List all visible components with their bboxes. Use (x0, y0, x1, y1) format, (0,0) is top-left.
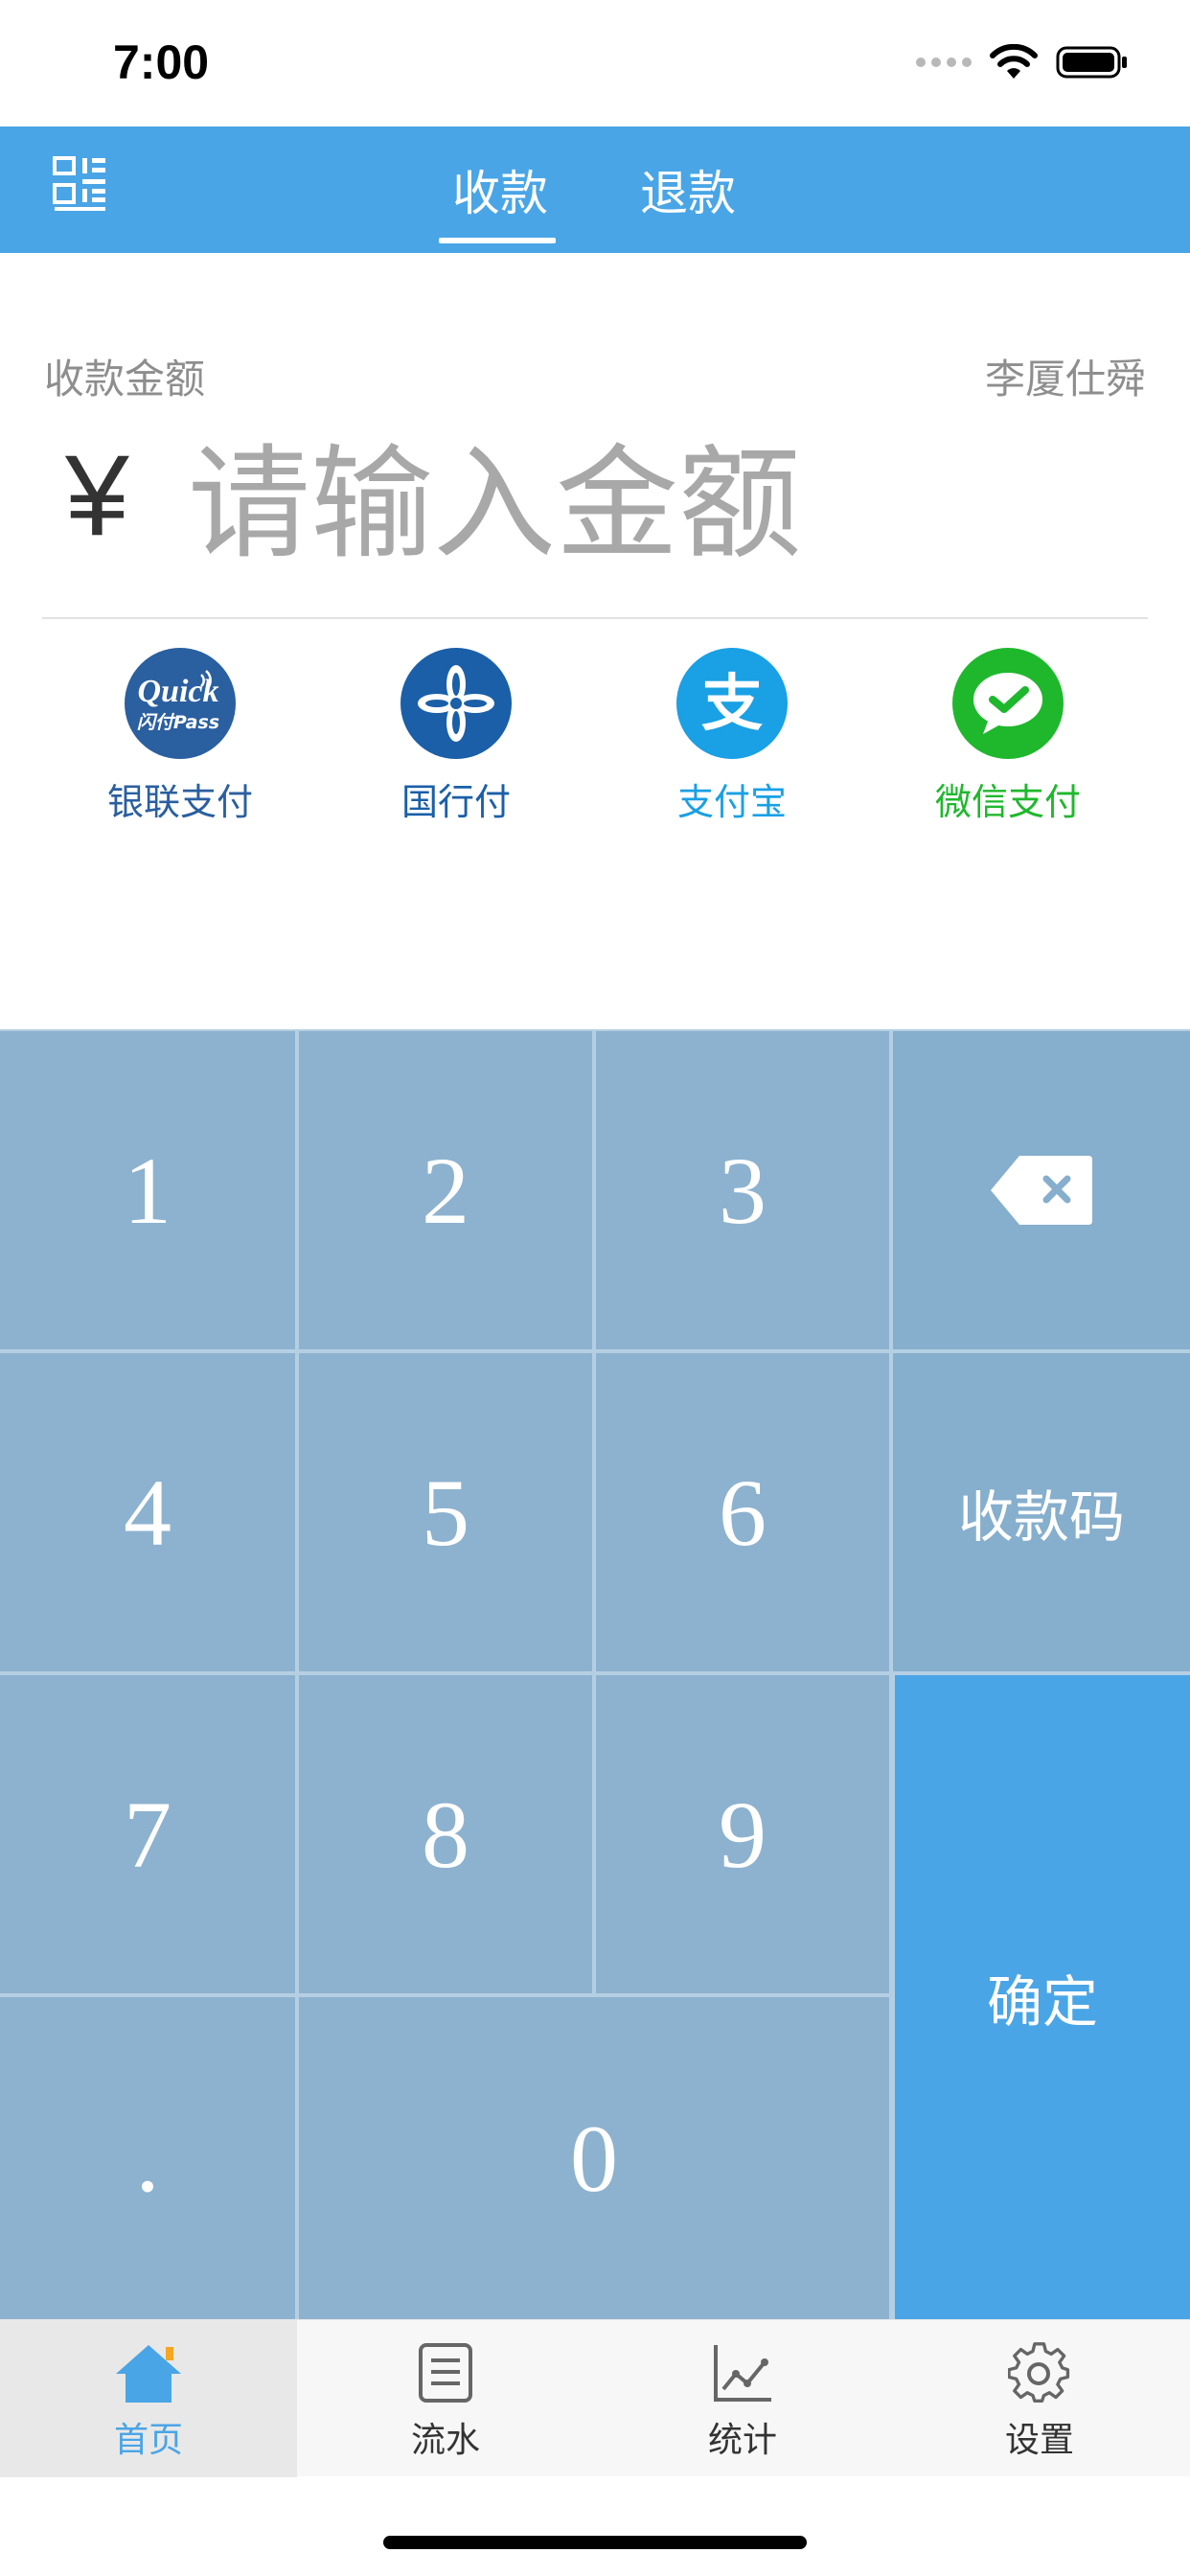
alipay-icon: 支 (676, 648, 788, 759)
tabbar-item-flow[interactable]: 流水 (297, 2320, 594, 2477)
tabbar-label-home: 首页 (113, 2421, 183, 2460)
key-4[interactable]: 4 (0, 1353, 295, 1671)
backspace-button[interactable] (893, 1031, 1190, 1349)
wifi-icon (990, 44, 1038, 79)
status-time: 7:00 (113, 35, 210, 89)
quickpass-text: Quick (138, 674, 219, 709)
pay-label-unionpay: 银联支付 (106, 781, 253, 823)
key-9[interactable]: 9 (596, 1675, 889, 1993)
pay-label-guohangfu: 国行付 (400, 781, 511, 823)
guohangfu-icon (400, 648, 512, 759)
pay-method-unionpay[interactable]: Quick 闪付Pass 银联支付 (84, 648, 276, 825)
tabbar-item-home[interactable]: 首页 (0, 2320, 297, 2477)
key-dot[interactable]: . (0, 1997, 295, 2319)
pay-method-guohangfu[interactable]: 国行付 (360, 648, 552, 825)
status-bar: 7:00 (0, 0, 1190, 126)
key-1[interactable]: 1 (0, 1031, 295, 1349)
key-3[interactable]: 3 (596, 1031, 889, 1349)
battery-icon (1056, 46, 1127, 79)
gear-icon (1008, 2342, 1070, 2404)
currency-symbol: ¥ (65, 431, 129, 560)
tabbar-label-settings: 设置 (1004, 2421, 1074, 2460)
qr-scan-icon[interactable] (52, 155, 109, 213)
divider (42, 617, 1148, 619)
keypad: 1 2 3 4 5 6 收款码 7 8 9 确定 . 0 (0, 1029, 1190, 2319)
confirm-button[interactable]: 确定 (895, 1675, 1190, 2319)
tabbar-item-stats[interactable]: 统计 (594, 2320, 891, 2477)
key-7[interactable]: 7 (0, 1675, 295, 1993)
amount-input[interactable] (188, 433, 1108, 576)
key-0[interactable]: 0 (299, 1997, 889, 2319)
key-6[interactable]: 6 (596, 1353, 889, 1671)
list-icon (419, 2343, 472, 2403)
home-icon (116, 2345, 181, 2403)
backspace-icon (991, 1156, 1092, 1225)
key-2[interactable]: 2 (299, 1031, 592, 1349)
pay-label-wechat: 微信支付 (934, 781, 1081, 823)
tab-refund[interactable]: 退款 (640, 155, 736, 224)
quickpass-subtext: 闪付Pass (137, 712, 219, 733)
quickpass-icon: Quick 闪付Pass (125, 648, 236, 759)
alipay-glyph: 支 (701, 669, 763, 740)
active-tab-indicator (439, 238, 556, 243)
tabbar-label-stats: 统计 (707, 2421, 777, 2460)
payment-methods: Quick 闪付Pass 银联支付 国行付 支 支付宝 微信支付 (0, 648, 1190, 830)
chart-icon (714, 2345, 771, 2402)
wechat-pay-icon (952, 648, 1064, 759)
pay-method-wechat[interactable]: 微信支付 (912, 648, 1104, 825)
tabbar-item-settings[interactable]: 设置 (891, 2320, 1188, 2477)
tab-collect[interactable]: 收款 (452, 155, 548, 224)
tab-bar: 首页 流水 统计 设置 (0, 2319, 1190, 2477)
key-8[interactable]: 8 (299, 1675, 592, 1993)
home-indicator (383, 2536, 807, 2549)
pay-method-alipay[interactable]: 支 支付宝 (636, 648, 828, 825)
signal-icon (916, 58, 972, 67)
collect-code-button[interactable]: 收款码 (893, 1353, 1190, 1671)
key-5[interactable]: 5 (299, 1353, 592, 1671)
tabbar-label-flow: 流水 (410, 2421, 480, 2460)
merchant-name: 李厦仕舜 (984, 356, 1146, 402)
header: 收款 退款 (0, 126, 1190, 253)
status-icons (916, 44, 1129, 80)
amount-label: 收款金额 (44, 356, 206, 402)
pay-label-alipay: 支付宝 (676, 781, 787, 823)
